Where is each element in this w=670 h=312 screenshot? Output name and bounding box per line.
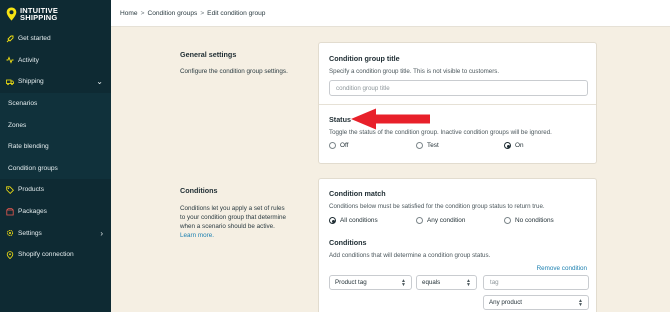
brand-logo[interactable]: INTUITIVE SHIPPING [0, 0, 111, 28]
general-settings-card: Condition group title Specify a conditio… [318, 42, 597, 164]
sidebar-item-packages[interactable]: Packages [0, 201, 111, 223]
truck-icon [6, 78, 14, 86]
general-settings-heading: General settings [180, 50, 237, 59]
activity-icon [6, 56, 14, 65]
description-line: Conditions let you apply a set of rules [180, 205, 285, 212]
status-radio-on[interactable]: On [504, 142, 524, 149]
radio-circle [329, 142, 336, 149]
sidebar-item-condition-groups[interactable]: Condition groups [0, 157, 111, 180]
product-select[interactable]: Any product ▲ ▼ [483, 295, 589, 310]
match-radio-any[interactable]: Any condition [416, 217, 465, 224]
chevron-down-icon: ⌄ [96, 77, 103, 87]
match-radio-none[interactable]: No conditions [504, 217, 554, 224]
sidebar-item-label: Shopify connection [18, 251, 74, 259]
input-placeholder: tag [490, 279, 499, 286]
breadcrumb-current: Edit condition group [207, 9, 266, 17]
sidebar-item-label: Get started [18, 35, 51, 43]
radio-circle-selected [504, 142, 511, 149]
breadcrumb-separator: > [200, 9, 205, 17]
sidebar-item-label: Scenarios [8, 100, 38, 108]
sidebar-item-label: Settings [18, 229, 42, 237]
sidebar-item-scenarios[interactable]: Scenarios [0, 92, 111, 115]
condition-group-title-help: Specify a condition group title. This is… [329, 68, 500, 75]
location-pin-icon [6, 250, 14, 259]
learn-more-link[interactable]: Learn more. [180, 231, 286, 240]
sidebar-item-settings[interactable]: Settings › [0, 222, 111, 244]
select-arrows-icon: ▲ ▼ [466, 278, 471, 288]
description-line: when a scenario should be active. [180, 223, 275, 230]
status-help: Toggle the status of the condition group… [329, 129, 552, 136]
radio-label: No conditions [515, 217, 554, 224]
sidebar-item-label: Condition groups [8, 164, 58, 172]
radio-label: On [515, 142, 524, 149]
select-arrows-icon: ▲ ▼ [578, 298, 583, 308]
rocket-icon [6, 35, 14, 43]
general-settings-description: Configure the condition group settings. [180, 68, 288, 75]
logo-pin-icon [6, 7, 17, 21]
radio-label: Test [427, 142, 439, 149]
condition-operator-select[interactable]: equals ▲ ▼ [416, 275, 477, 290]
sidebar-item-products[interactable]: Products [0, 179, 111, 201]
condition-match-help: Conditions below must be satisfied for t… [329, 203, 545, 210]
remove-condition-link[interactable]: Remove condition [537, 265, 587, 272]
radio-circle [504, 217, 511, 224]
sidebar-item-shopify-connection[interactable]: Shopify connection [0, 244, 111, 266]
sidebar-item-label: Rate blending [8, 143, 49, 151]
card-divider [319, 104, 596, 105]
radio-circle-selected [329, 217, 336, 224]
select-value: Product tag [335, 279, 367, 286]
status-radio-off[interactable]: Off [329, 142, 348, 149]
sidebar-item-zones[interactable]: Zones [0, 114, 111, 136]
select-value: equals [422, 279, 441, 286]
select-value: Any product [489, 299, 523, 306]
conditions-help: Add conditions that will determine a con… [329, 252, 491, 259]
condition-match-heading: Condition match [329, 189, 386, 198]
radio-label: All conditions [340, 217, 378, 224]
chevron-right-icon: › [100, 228, 103, 238]
package-icon [6, 207, 14, 216]
description-line: to your condition group that determine [180, 214, 287, 221]
sidebar-item-label: Zones [8, 121, 27, 129]
radio-circle [416, 142, 423, 149]
sidebar-item-activity[interactable]: Activity [0, 50, 111, 72]
condition-group-title-input[interactable]: condition group title [329, 80, 588, 96]
brand-line-2: SHIPPING [20, 13, 58, 22]
condition-field-select[interactable]: Product tag ▲ ▼ [329, 275, 412, 290]
red-arrow-annotation [351, 108, 430, 130]
radio-circle [416, 217, 423, 224]
sidebar-item-label: Activity [18, 56, 39, 64]
conditions-section-description: Conditions let you apply a set of rules … [180, 204, 286, 240]
status-radio-test[interactable]: Test [416, 142, 439, 149]
breadcrumb-condition-groups[interactable]: Condition groups [147, 10, 197, 17]
breadcrumb: Home > Condition groups > Edit condition… [111, 0, 670, 27]
conditions-section-heading: Conditions [180, 186, 218, 195]
condition-tag-input[interactable]: tag [483, 275, 589, 290]
sidebar-item-get-started[interactable]: Get started [0, 28, 111, 50]
sidebar-item-label: Products [18, 186, 45, 194]
breadcrumb-separator: > [140, 9, 145, 17]
sidebar-item-shipping[interactable]: Shipping ⌄ [0, 71, 111, 93]
radio-label: Any condition [427, 217, 466, 224]
match-radio-all[interactable]: All conditions [329, 217, 378, 224]
sidebar-item-label: Shipping [18, 78, 44, 86]
sidebar-item-rate-blending[interactable]: Rate blending [0, 135, 111, 158]
breadcrumb-home[interactable]: Home [120, 10, 138, 17]
radio-label: Off [340, 142, 349, 149]
select-arrows-icon: ▲ ▼ [401, 278, 406, 288]
status-heading: Status [329, 115, 351, 124]
conditions-heading: Conditions [329, 238, 367, 247]
sidebar-item-label: Packages [18, 208, 47, 216]
sidebar: INTUITIVE SHIPPING Get started Activity … [0, 0, 111, 312]
tag-icon [6, 186, 14, 194]
condition-group-title-heading: Condition group title [329, 54, 400, 63]
input-placeholder: condition group title [336, 84, 390, 92]
conditions-card: Condition match Conditions below must be… [318, 178, 597, 312]
gear-icon [6, 229, 14, 237]
